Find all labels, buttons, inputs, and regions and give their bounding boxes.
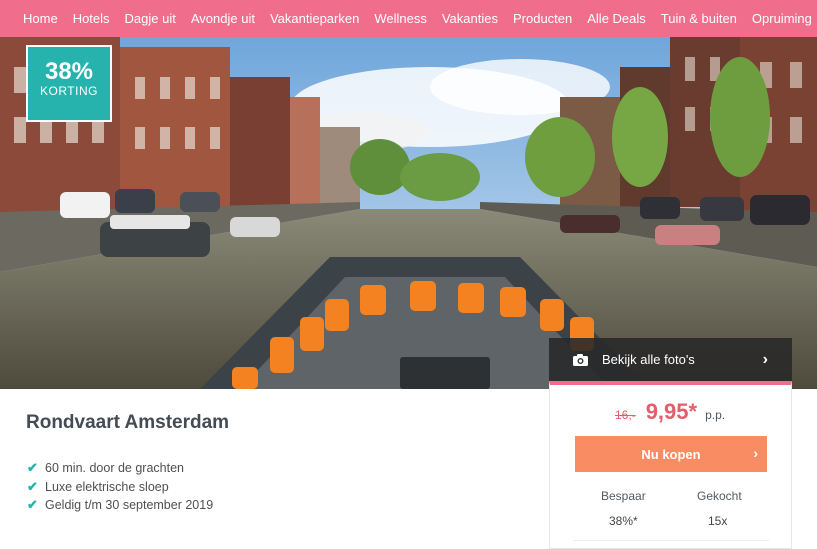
feature-text: Geldig t/m 30 september 2019 bbox=[45, 498, 214, 513]
feature-item: ✔ Geldig t/m 30 september 2019 bbox=[27, 496, 213, 515]
discount-badge: 38% KORTING bbox=[26, 45, 112, 122]
chevron-right-icon: › bbox=[762, 351, 768, 368]
divider bbox=[573, 540, 769, 541]
nav-tuin-buiten[interactable]: Tuin & buiten bbox=[661, 11, 737, 26]
top-navigation: Home Hotels Dagje uit Avondje uit Vakant… bbox=[0, 0, 817, 37]
feature-text: Luxe elektrische sloep bbox=[45, 479, 169, 494]
nav-alle-deals[interactable]: Alle Deals bbox=[587, 11, 646, 26]
price-unit: p.p. bbox=[705, 408, 726, 422]
deal-title: Rondvaart Amsterdam bbox=[26, 412, 230, 433]
nav-hotels[interactable]: Hotels bbox=[73, 11, 110, 26]
buy-now-label: Nu kopen bbox=[641, 446, 701, 462]
camera-icon bbox=[573, 353, 588, 366]
sold-label: Gekocht bbox=[697, 489, 742, 503]
price-row: 16,- 9,95* p.p. bbox=[615, 399, 725, 425]
savings-label: Bespaar bbox=[601, 489, 646, 503]
feature-list: ✔ 60 min. door de grachten ✔ Luxe elektris… bbox=[27, 459, 213, 515]
feature-text: 60 min. door de grachten bbox=[45, 461, 184, 476]
nav-opruiming[interactable]: Opruiming bbox=[752, 11, 812, 26]
buy-now-button[interactable]: Nu kopen › bbox=[575, 436, 767, 472]
nav-dagje-uit[interactable]: Dagje uit bbox=[125, 11, 176, 26]
new-price: 9,95* bbox=[645, 399, 698, 424]
nav-producten[interactable]: Producten bbox=[513, 11, 572, 26]
check-icon: ✔ bbox=[27, 478, 38, 494]
nav-vakanties[interactable]: Vakanties bbox=[442, 11, 498, 26]
nav-wellness[interactable]: Wellness bbox=[374, 11, 427, 26]
feature-item: ✔ 60 min. door de grachten bbox=[27, 459, 213, 478]
sold-value: 15x bbox=[708, 514, 728, 528]
view-all-photos-button[interactable]: Bekijk alle foto's › bbox=[549, 338, 792, 381]
discount-percent: 38% bbox=[44, 58, 94, 85]
nav-home[interactable]: Home bbox=[23, 11, 58, 26]
chevron-right-icon: › bbox=[753, 445, 758, 461]
savings-value: 38%* bbox=[609, 514, 638, 528]
check-icon: ✔ bbox=[27, 497, 38, 513]
discount-label: KORTING bbox=[40, 84, 98, 98]
nav-vakantieparken[interactable]: Vakantieparken bbox=[270, 11, 359, 26]
feature-item: ✔ Luxe elektrische sloep bbox=[27, 478, 213, 497]
nav-avondje-uit[interactable]: Avondje uit bbox=[191, 11, 255, 26]
old-price: 16,- bbox=[615, 408, 636, 422]
canal-photo bbox=[0, 37, 817, 389]
price-box: 16,- 9,95* p.p. Nu kopen › Bespaar Gekoc… bbox=[549, 381, 792, 549]
check-icon: ✔ bbox=[27, 460, 38, 476]
hero-image[interactable] bbox=[0, 37, 817, 389]
view-all-photos-label: Bekijk alle foto's bbox=[602, 352, 695, 367]
